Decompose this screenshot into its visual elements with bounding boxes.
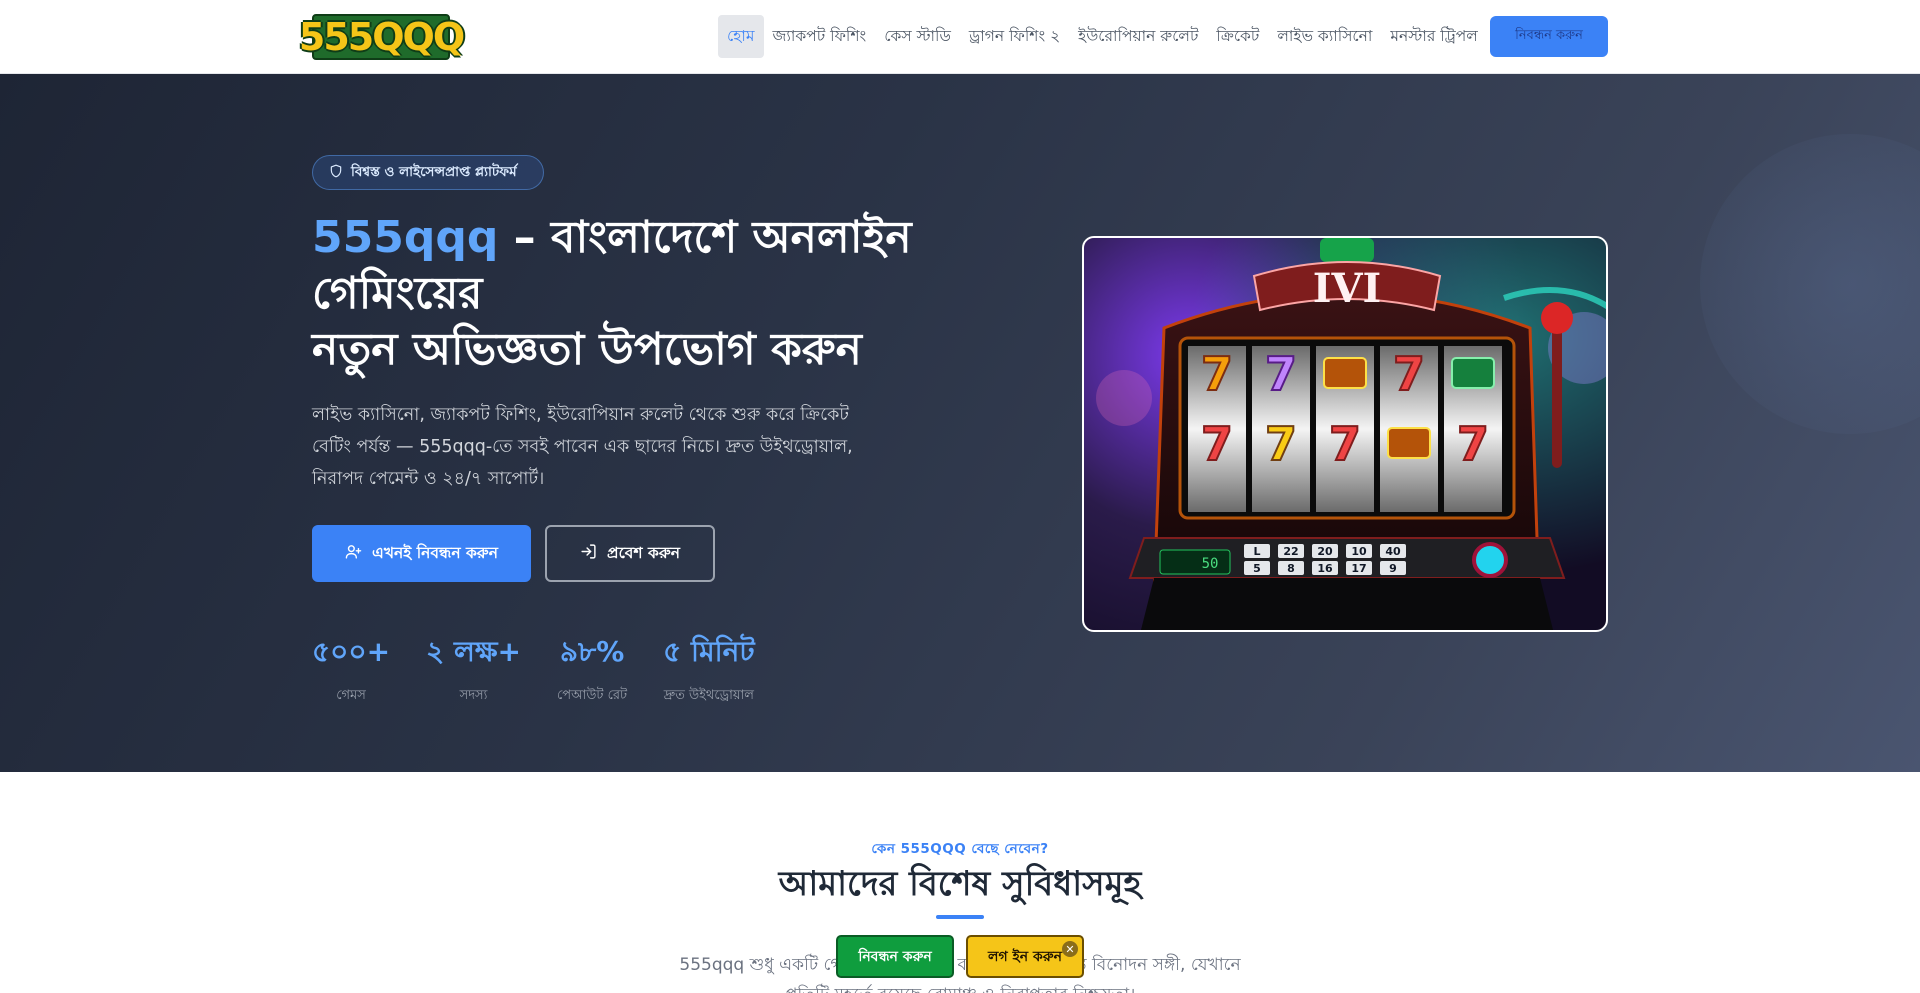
svg-text:7: 7 — [1265, 347, 1297, 401]
floating-login-label: লগ ইন করুন — [988, 948, 1062, 965]
features-title: আমাদের বিশেষ সুবিধাসমূহ — [778, 864, 1142, 904]
slot-key: 10 — [1351, 545, 1367, 558]
hero-register-label: এখনই নিবন্ধন করুন — [372, 543, 498, 562]
hero-title: 555qqq – বাংলাদেশে অনলাইন গেমিংয়ের নতুন… — [312, 210, 932, 378]
stat-games: ৫০০+ গেমস — [312, 634, 390, 707]
stat-withdrawal-time: ৫ মিনিট দ্রুত উইথড্রোয়াল — [663, 634, 754, 707]
stat-members: ২ লক্ষ+ সদস্য — [426, 634, 521, 707]
site-logo[interactable]: 555QQQ — [299, 14, 465, 60]
slot-sign-text: IVI — [1313, 265, 1381, 312]
close-icon[interactable]: ✕ — [1062, 941, 1078, 957]
stat-label: পেআউট রেট — [557, 688, 628, 703]
slot-key: 16 — [1317, 562, 1333, 575]
hero-section: বিশ্বস্ত ও লাইসেন্সপ্রাপ্ত প্ল্যাটফর্ম 5… — [0, 74, 1920, 772]
nav-item-cricket[interactable]: ক্রিকেট — [1207, 15, 1268, 58]
main-nav: হোম জ্যাকপট ফিশিং কেস স্টাডি ড্রাগন ফিশি… — [718, 15, 1487, 58]
svg-text:7: 7 — [1201, 347, 1233, 401]
floating-register-button[interactable]: নিবন্ধন করুন — [836, 935, 954, 978]
stat-label: গেমস — [336, 688, 366, 703]
stat-value: ৯৮% — [559, 635, 625, 668]
user-plus-icon — [345, 543, 362, 564]
trust-badge: বিশ্বস্ত ও লাইসেন্সপ্রাপ্ত প্ল্যাটফর্ম — [312, 155, 544, 190]
nav-item-european-roulette[interactable]: ইউরোপিয়ান রুলেট — [1069, 15, 1207, 58]
slot-key: 20 — [1317, 545, 1333, 558]
shield-icon — [329, 164, 343, 182]
slot-credit-display: 50 — [1202, 556, 1219, 572]
nav-item-monster-triple[interactable]: মনস্টার ট্রিপল — [1381, 15, 1486, 58]
slot-key: 8 — [1287, 562, 1295, 575]
slot-key: 17 — [1351, 562, 1366, 575]
svg-text:7: 7 — [1265, 417, 1297, 471]
hero-stats: ৫০০+ গেমস ২ লক্ষ+ সদস্য ৯৮% পেআউট রেট ৫ … — [312, 634, 791, 707]
hero-title-line2: নতুন অভিজ্ঞতা উপভোগ করুন — [312, 324, 862, 375]
hero-description: লাইভ ক্যাসিনো, জ্যাকপট ফিশিং, ইউরোপিয়ান… — [312, 405, 853, 489]
nav-item-dragon-fishing-2[interactable]: ড্রাগন ফিশিং ২ — [960, 15, 1069, 58]
nav-item-home[interactable]: হোম — [718, 15, 764, 58]
nav-item-live-casino[interactable]: লাইভ ক্যাসিনো — [1268, 15, 1381, 58]
svg-text:7: 7 — [1329, 417, 1361, 471]
hero-glow-decoration — [1700, 134, 1920, 434]
stat-label: সদস্য — [459, 688, 488, 703]
stat-value: ৫ মিনিট — [663, 635, 755, 668]
svg-text:7: 7 — [1393, 347, 1425, 401]
svg-text:7: 7 — [1457, 417, 1489, 471]
hero-login-label: প্রবেশ করুন — [607, 543, 680, 562]
nav-item-case-study[interactable]: কেস স্টাডি — [875, 15, 960, 58]
features-kicker: কেন 555QQQ বেছে নেবেন? — [871, 841, 1049, 857]
features-title-underline — [936, 915, 984, 919]
hero-title-brand: 555qqq — [312, 212, 499, 263]
slot-key: 40 — [1385, 545, 1401, 558]
slot-key: L — [1253, 545, 1260, 558]
header-register-button[interactable]: নিবন্ধন করুন — [1490, 16, 1608, 57]
slot-machine-image: IVI 7 7 7 7 7 7 7 50 L 22 20 10 40 5 8 1… — [1082, 236, 1608, 632]
hero-register-button[interactable]: এখনই নিবন্ধন করুন — [312, 525, 531, 582]
slot-machine-illustration: IVI 7 7 7 7 7 7 7 50 L 22 20 10 40 5 8 1… — [1084, 238, 1606, 630]
stat-label: দ্রুত উইথড্রোয়াল — [663, 688, 754, 703]
slot-key: 22 — [1283, 545, 1298, 558]
site-header: 555QQQ হোম জ্যাকপট ফিশিং কেস স্টাডি ড্রা… — [0, 0, 1920, 74]
trust-badge-label: বিশ্বস্ত ও লাইসেন্সপ্রাপ্ত প্ল্যাটফর্ম — [351, 164, 517, 180]
stat-value: ৫০০+ — [312, 635, 391, 668]
hero-login-button[interactable]: প্রবেশ করুন — [545, 525, 715, 582]
floating-cta-bar: নিবন্ধন করুন লগ ইন করুন ✕ — [836, 935, 1084, 978]
slot-key: 9 — [1389, 562, 1397, 575]
stat-payout-rate: ৯৮% পেআউট রেট — [557, 634, 627, 707]
nav-item-jackpot-fishing[interactable]: জ্যাকপট ফিশিং — [764, 15, 876, 58]
stat-value: ২ লক্ষ+ — [426, 635, 522, 668]
sign-in-icon — [580, 543, 597, 564]
svg-text:7: 7 — [1201, 417, 1233, 471]
floating-login-button[interactable]: লগ ইন করুন ✕ — [966, 935, 1084, 978]
slot-key: 5 — [1253, 562, 1261, 575]
